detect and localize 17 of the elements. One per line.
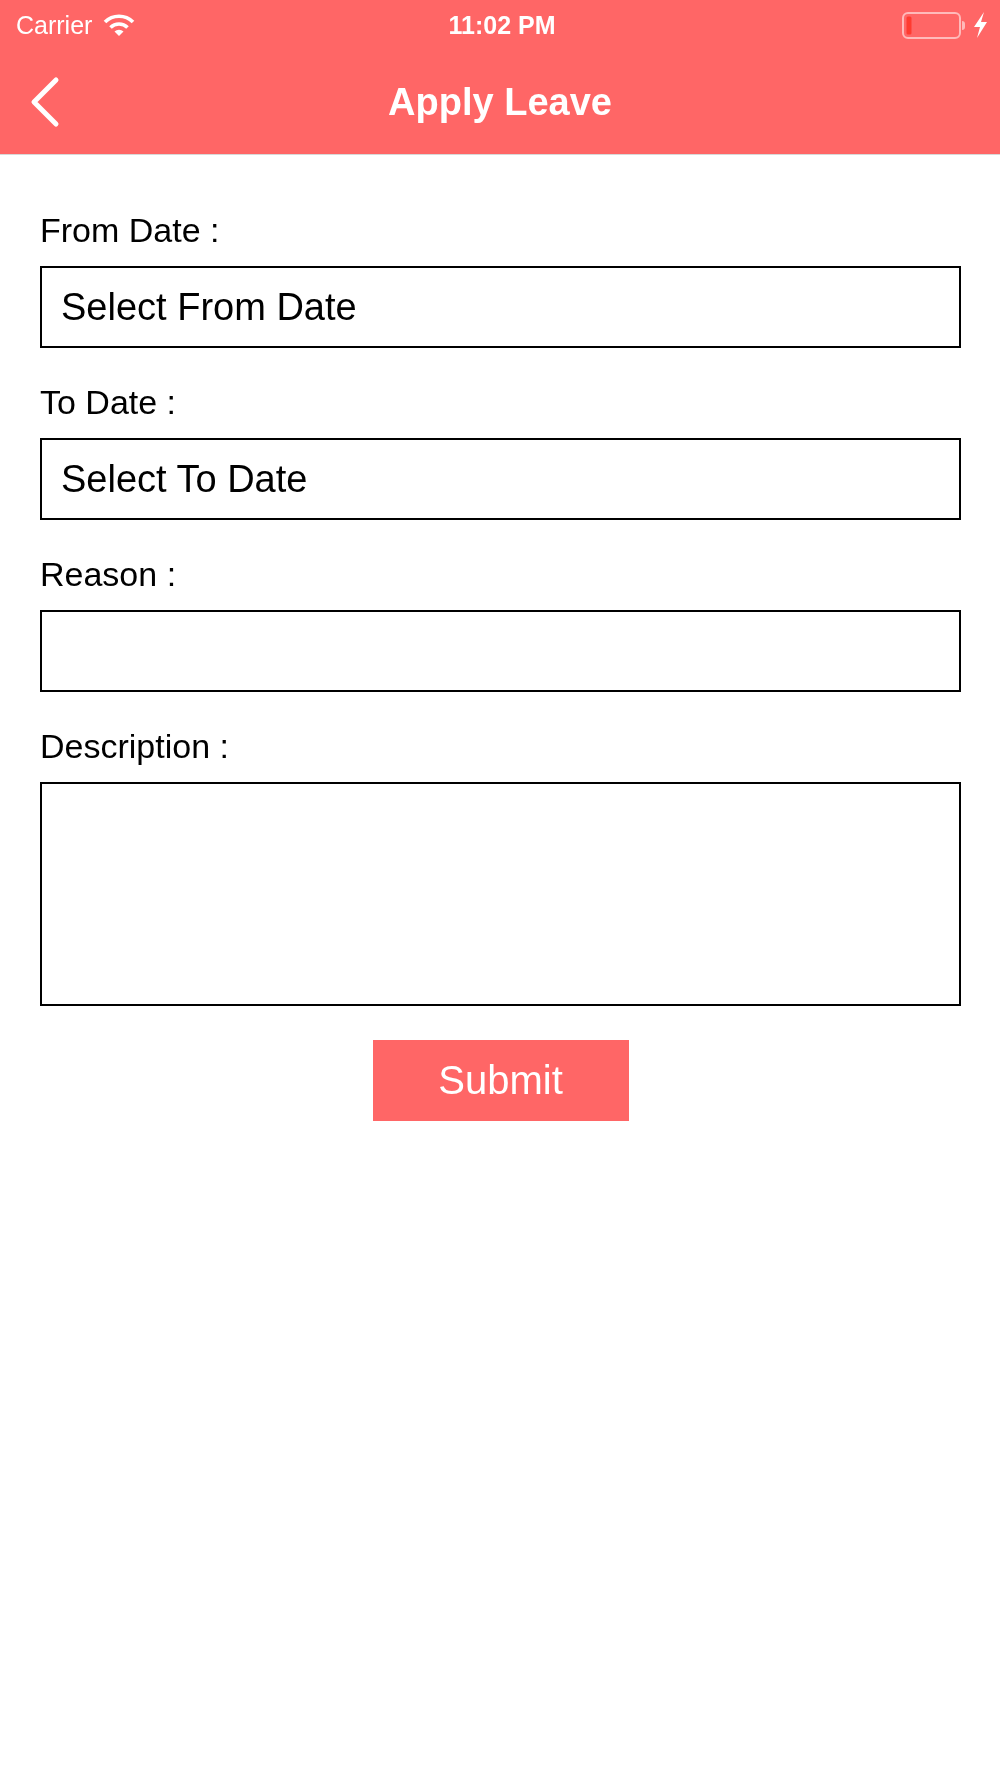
field-label: Reason : [40,554,177,594]
back-button[interactable] [30,76,60,128]
text-input-field[interactable] [40,610,961,692]
chevron-left-icon [30,76,60,128]
carrier-name: Carrier [16,10,93,40]
submit-button[interactable]: Submit [372,1040,629,1121]
status-time: 11:02 PM [448,10,556,40]
lightning-bolt-icon [973,12,988,38]
wifi-icon [102,13,137,37]
date-field[interactable]: Select From Date [40,266,961,348]
field-label: Description : [40,726,229,766]
date-field[interactable]: Select To Date [40,438,961,520]
battery-icon [902,11,966,39]
page-title: Apply Leave [388,80,612,124]
field-label: From Date : [40,210,220,250]
text-area-field[interactable] [40,782,961,1006]
field-label: To Date : [40,382,177,422]
